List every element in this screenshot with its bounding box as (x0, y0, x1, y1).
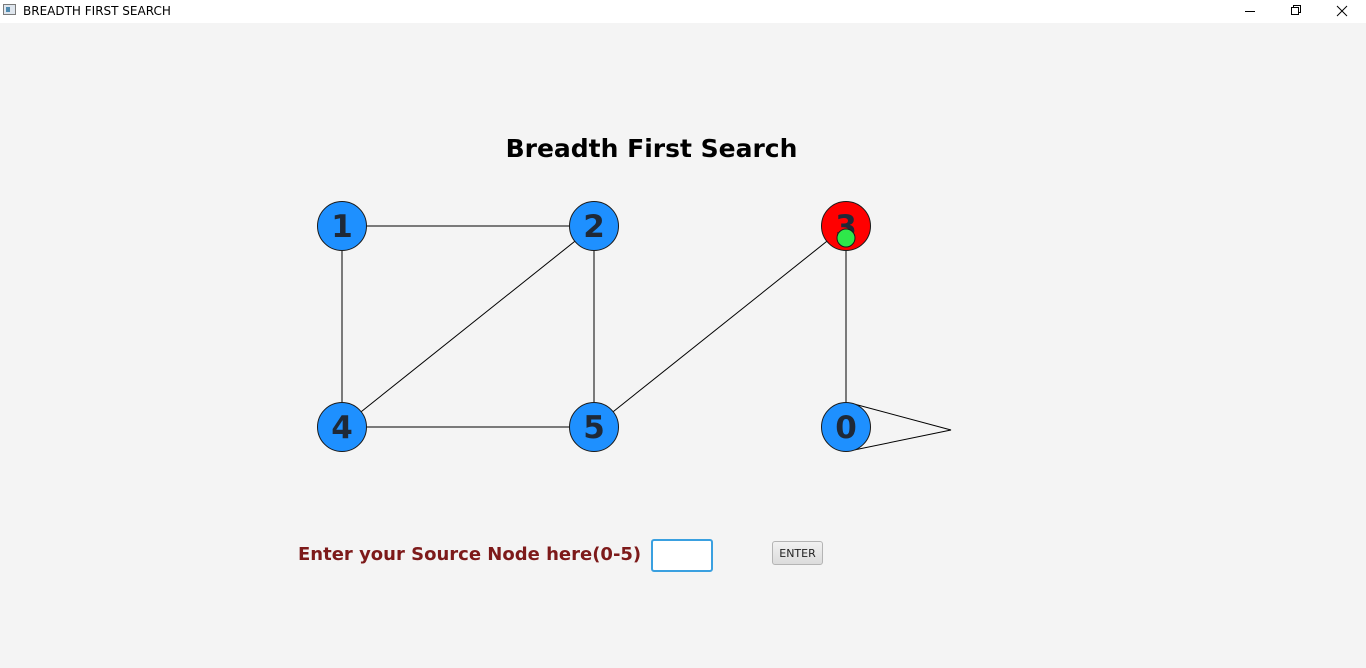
traversal-marker (836, 228, 856, 248)
graph-node-0: 0 (821, 402, 871, 452)
enter-button[interactable]: ENTER (772, 541, 823, 565)
source-node-input[interactable] (651, 539, 713, 572)
node-label: 2 (583, 209, 605, 245)
node-label: 1 (331, 209, 353, 245)
graph-node-4: 4 (317, 402, 367, 452)
graph-node-1: 1 (317, 201, 367, 251)
graph-node-2: 2 (569, 201, 619, 251)
source-node-label: Enter your Source Node here(0-5) (298, 544, 642, 565)
graph-node-3: 3 (821, 201, 871, 251)
graph-node-5: 5 (569, 402, 619, 452)
edge-2-4 (341, 225, 595, 428)
node-label: 4 (331, 410, 353, 446)
node-label: 0 (835, 410, 857, 446)
node-label: 5 (583, 410, 605, 446)
edge-5-3 (593, 225, 847, 428)
